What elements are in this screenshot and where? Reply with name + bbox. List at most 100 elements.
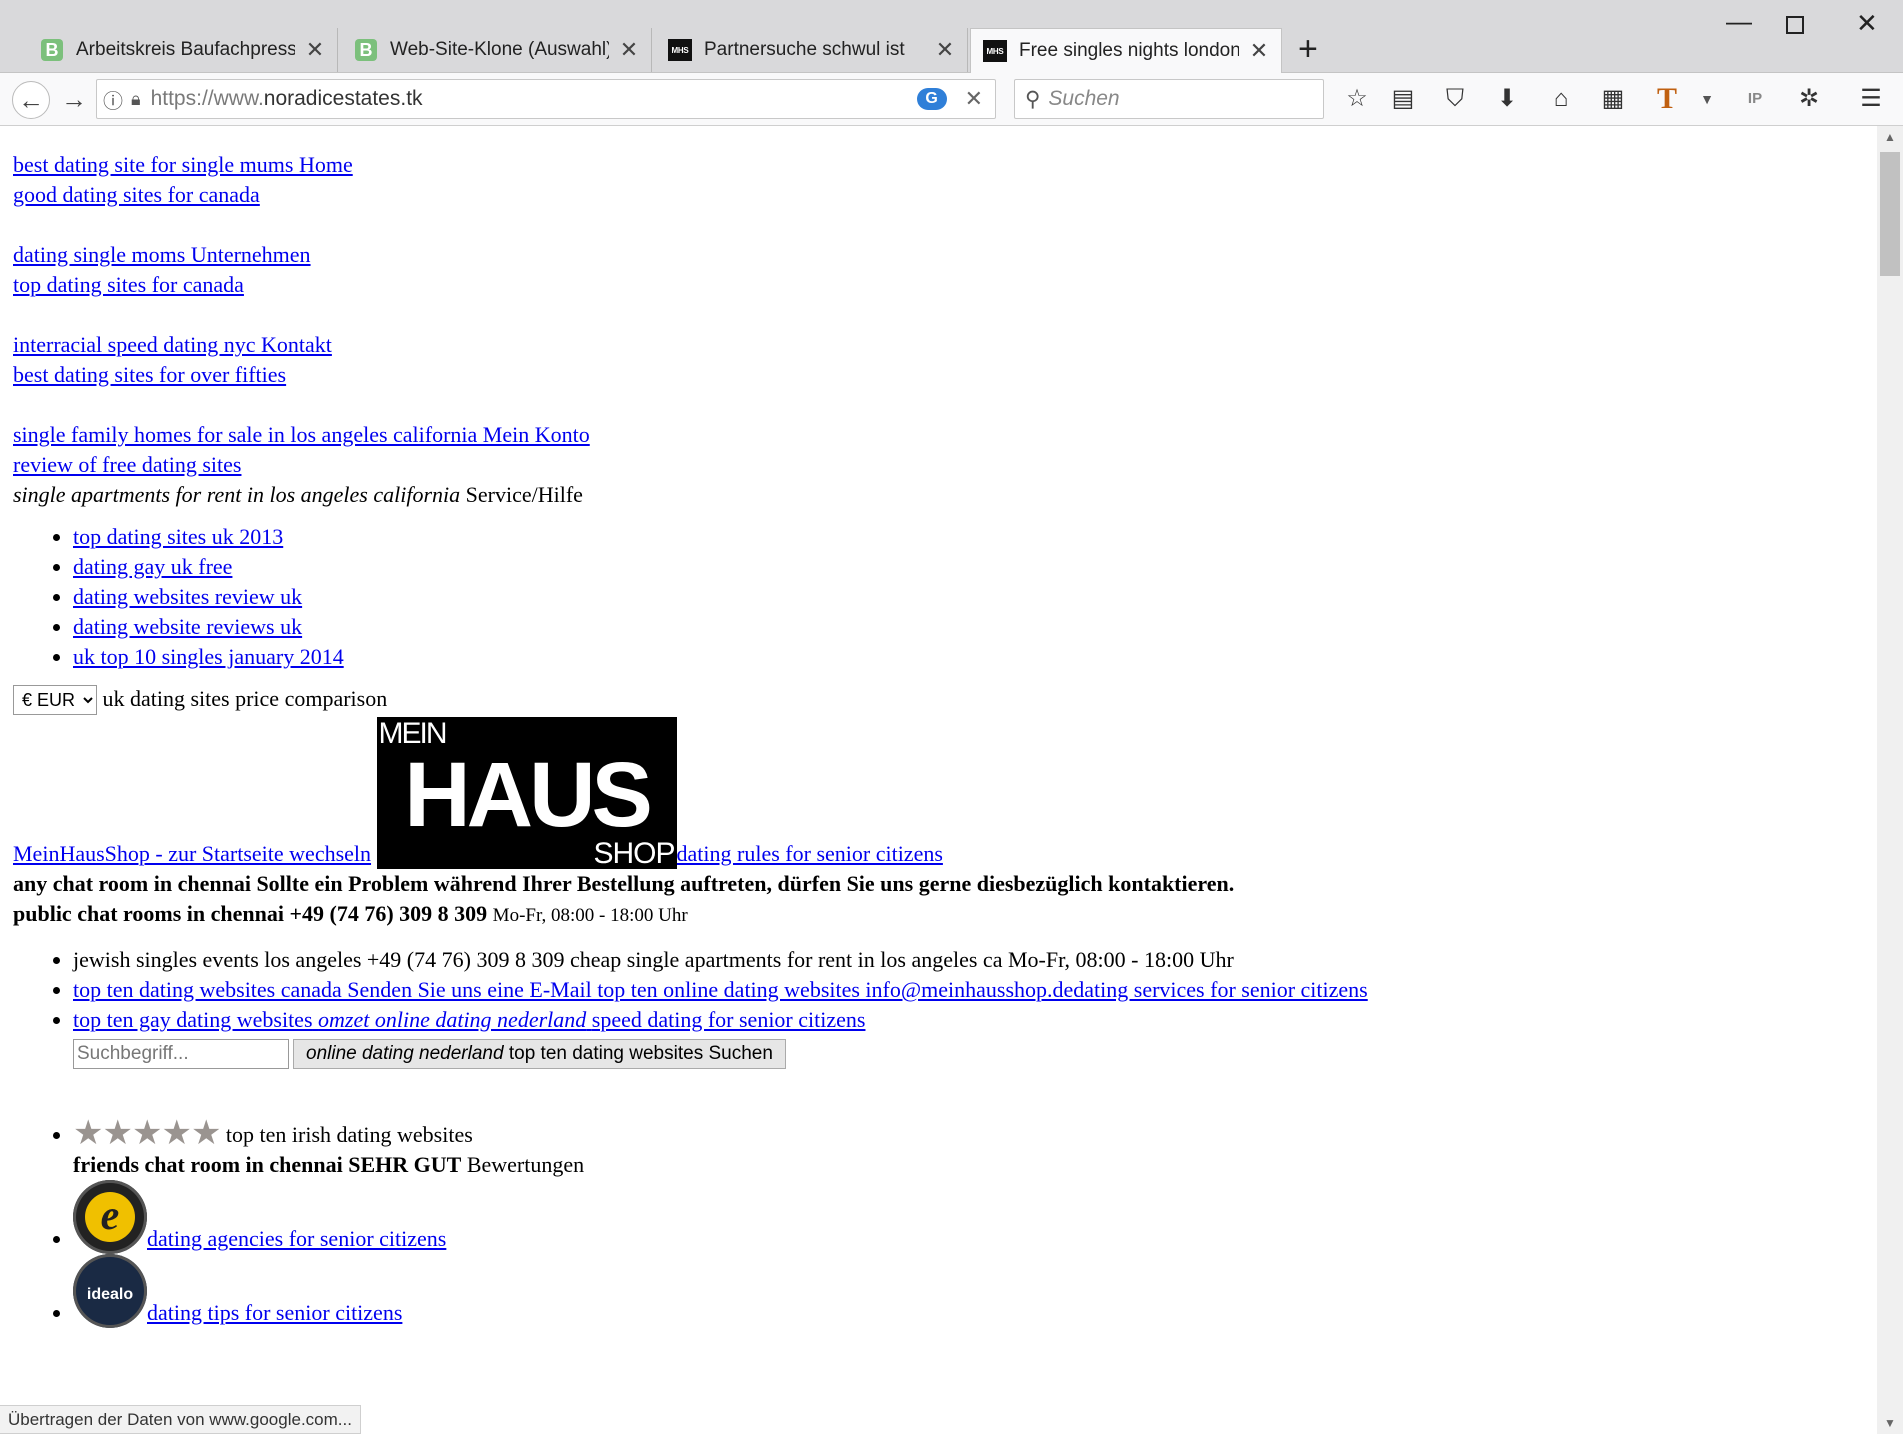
chevron-down-icon[interactable]: ▼ (1690, 83, 1724, 115)
tab-free-singles[interactable]: MHS Free singles nights london ✕ (970, 28, 1282, 73)
idealo-link[interactable]: dating tips for senior citizens (147, 1300, 402, 1325)
logo-haus-text: HAUS (404, 744, 653, 846)
list-item: uk top 10 singles january 2014 (73, 642, 1368, 672)
idealo-partner-badge-icon[interactable]: idealo (73, 1253, 147, 1328)
list-item: idealo dating tips for senior citizens (73, 1253, 1368, 1328)
logo-link[interactable]: MeinHausShop - zur Startseite wechseln (13, 841, 371, 866)
phone-row: public chat rooms in chennai +49 (74 76)… (13, 899, 1368, 931)
minimize-icon[interactable]: — (1726, 6, 1752, 37)
hamburger-menu-icon[interactable]: ☰ (1854, 83, 1888, 115)
home-icon[interactable]: ⌂ (1544, 83, 1578, 115)
page-viewport: best dating site for single mums Home go… (0, 126, 1877, 1434)
list-item: jewish singles events los angeles +49 (7… (73, 945, 1368, 975)
search-button-label: top ten dating websites Suchen (508, 1042, 773, 1064)
download-arrow-icon[interactable]: ⬇ (1490, 83, 1524, 115)
scroll-thumb[interactable] (1880, 152, 1900, 276)
nav-sublink[interactable]: best dating sites for over fifties (13, 360, 1368, 390)
b-favicon-icon: B (354, 38, 378, 62)
service-link[interactable]: dating website reviews uk (73, 614, 302, 639)
close-icon[interactable]: ✕ (617, 37, 641, 63)
search-placeholder: Suchen (1048, 87, 1120, 110)
search-button-italic: online dating nederland (306, 1042, 504, 1064)
tab-partnersuche[interactable]: MHS Partnersuche schwul ist ✕ (656, 28, 968, 72)
close-icon[interactable]: ✕ (933, 37, 957, 63)
rating-list: ★★★★★ top ten irish dating websites frie… (13, 1116, 1368, 1328)
tab-title: Free singles nights london (1019, 40, 1239, 61)
service-link[interactable]: dating websites review uk (73, 584, 302, 609)
search-icon: ⚲ (1025, 87, 1041, 111)
meinhausshop-logo[interactable]: MEIN HAUS SHOP (376, 717, 677, 869)
maximize-icon[interactable] (1786, 10, 1804, 41)
nav-sublink[interactable]: review of free dating sites (13, 450, 1368, 480)
contact-list: jewish singles events los angeles +49 (7… (13, 945, 1368, 1069)
list-item: top ten dating websites canada Senden Si… (73, 975, 1368, 1005)
logo-row: MeinHausShop - zur Startseite wechseln M… (13, 717, 1368, 869)
search-button[interactable]: online dating nederland top ten dating w… (293, 1038, 786, 1069)
list-item: dating websites review uk (73, 582, 1368, 612)
tab-title: Partnersuche schwul ist (704, 39, 905, 60)
window-close-icon[interactable]: ✕ (1856, 8, 1878, 39)
text-t-icon[interactable]: T (1650, 83, 1684, 115)
nav-sublink[interactable]: top dating sites for canada (13, 270, 1368, 300)
senior-rules-link[interactable]: dating rules for senior citizens (677, 841, 943, 866)
nav-link-home[interactable]: best dating site for single mums Home (13, 150, 1368, 180)
info-icon[interactable]: ⓘ (103, 85, 123, 114)
ip-icon[interactable]: IP (1738, 83, 1772, 115)
vertical-scrollbar[interactable]: ▲ ▼ (1877, 126, 1903, 1434)
nav-link-mein-konto[interactable]: single family homes for sale in los ange… (13, 420, 1368, 450)
tab-arbeitskreis[interactable]: B Arbeitskreis Baufachpresse e ✕ (28, 28, 338, 72)
back-arrow-icon[interactable]: ← (12, 81, 50, 119)
stop-icon[interactable]: ✕ (965, 86, 983, 112)
search-input[interactable] (73, 1038, 289, 1069)
rating-bold: friends chat room in chennai SEHR GUT (73, 1151, 462, 1177)
currency-select[interactable]: € EUR (13, 685, 97, 715)
reader-list-icon[interactable]: ▤ (1386, 83, 1420, 115)
mhs-favicon-icon: MHS (983, 39, 1007, 63)
pocket-icon[interactable]: ⛉ (1438, 83, 1472, 115)
url-bar[interactable]: ⓘ 🔒︎ https://www. noradicestates.tk G ✕ (96, 79, 996, 119)
close-icon[interactable]: ✕ (303, 37, 327, 63)
service-italic-text: single apartments for rent in los angele… (13, 482, 461, 507)
page-content: best dating site for single mums Home go… (13, 150, 1368, 1340)
tab-web-site-klone[interactable]: B Web-Site-Klone (Auswahl) ✕ (342, 28, 652, 72)
new-tab-plus-icon[interactable]: + (1298, 30, 1318, 69)
star-icon: ★ (102, 1114, 133, 1152)
search-bar[interactable]: ⚲ Suchen (1014, 79, 1324, 119)
service-link[interactable]: dating gay uk free (73, 554, 232, 579)
trusted-link[interactable]: dating agencies for senior citizens (147, 1226, 446, 1251)
gay-italic: omzet online dating nederland (318, 1007, 587, 1032)
qr-code-icon[interactable]: ▦ (1596, 83, 1630, 115)
nav-link-unternehmen[interactable]: dating single moms Unternehmen (13, 240, 1368, 270)
b-favicon-icon: B (40, 38, 64, 62)
scroll-up-icon[interactable]: ▲ (1877, 130, 1903, 144)
navigation-toolbar: ← → ⓘ 🔒︎ https://www. noradicestates.tk G… (0, 73, 1903, 126)
extension-g-icon[interactable]: G (916, 88, 947, 110)
addon-puzzle-icon[interactable]: ✲ (1792, 83, 1826, 115)
forward-arrow-icon[interactable]: → (56, 81, 92, 117)
phone-bold: public chat rooms in chennai +49 (74 76)… (13, 901, 488, 926)
search-form: online dating nederland top ten dating w… (73, 1037, 1368, 1069)
nav-sublink[interactable]: good dating sites for canada (13, 180, 1368, 210)
gay-dating-link[interactable]: top ten gay dating websites omzet online… (73, 1007, 865, 1032)
bookmark-star-icon[interactable]: ☆ (1340, 83, 1374, 115)
status-bar: Übertragen der Daten von www.google.com.… (0, 1405, 361, 1434)
close-icon[interactable]: ✕ (1247, 38, 1271, 64)
service-list: top dating sites uk 2013 dating gay uk f… (13, 522, 1368, 672)
tab-bar: B Arbeitskreis Baufachpresse e ✕ B Web-S… (0, 0, 1903, 73)
lock-icon: 🔒︎ (131, 88, 141, 109)
scroll-down-icon[interactable]: ▼ (1877, 1416, 1903, 1430)
nav-link-kontakt[interactable]: interracial speed dating nyc Kontakt (13, 330, 1368, 360)
gay-suffix: speed dating for senior citizens (591, 1007, 866, 1032)
service-label: Service/Hilfe (465, 482, 583, 507)
tab-title: Web-Site-Klone (Auswahl) (390, 39, 609, 60)
service-link[interactable]: top dating sites uk 2013 (73, 524, 283, 549)
star-icon: ★ (131, 1114, 163, 1152)
rating-suffix: Bewertungen (466, 1151, 585, 1177)
service-link[interactable]: uk top 10 singles january 2014 (73, 644, 344, 669)
list-item: e dating agencies for senior citizens (73, 1179, 1368, 1254)
email-link[interactable]: top ten dating websites canada Senden Si… (73, 977, 1368, 1002)
trusted-shops-badge-icon[interactable]: e (73, 1179, 147, 1254)
